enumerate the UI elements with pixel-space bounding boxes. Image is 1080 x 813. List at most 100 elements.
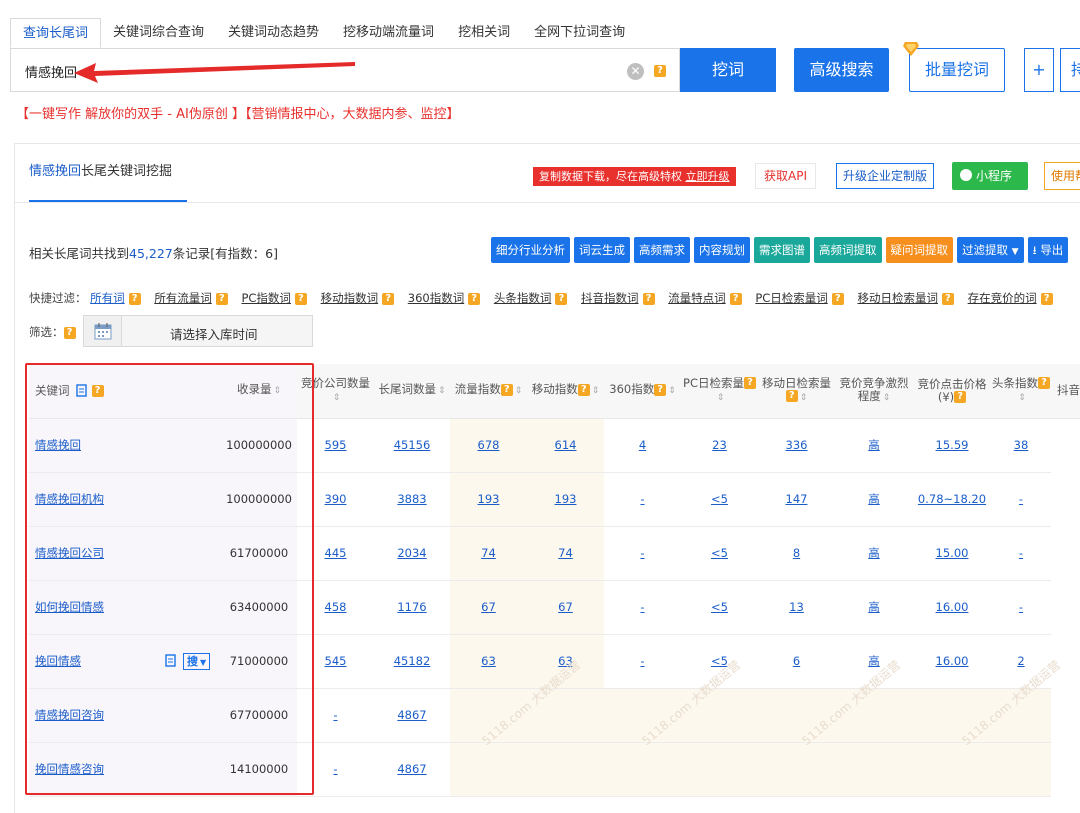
tab-dropdown-words[interactable]: 全网下拉词查询 <box>522 18 637 48</box>
search-dropdown[interactable]: 搜 ▼ <box>183 652 211 670</box>
header-flow-index[interactable]: 流量指数? ⇕ <box>450 364 527 419</box>
cell-link[interactable]: 2034 <box>397 546 426 560</box>
help-icon[interactable]: ? <box>91 384 104 397</box>
keyword-link[interactable]: 挽回情感 <box>35 654 81 668</box>
cell-link[interactable]: 45156 <box>394 438 431 452</box>
cell-link[interactable]: 16.00 <box>936 600 969 614</box>
question-extract-button[interactable]: 疑问词提取 <box>885 237 953 263</box>
tab-mobile-traffic[interactable]: 挖移动端流量词 <box>331 18 446 48</box>
cell-link[interactable]: - <box>640 546 644 560</box>
export-button[interactable]: ⭳ 导出 <box>1027 237 1069 263</box>
industry-analysis-button[interactable]: 细分行业分析 <box>491 237 570 263</box>
calendar-icon[interactable] <box>84 316 122 346</box>
filter-pc-daily[interactable]: PC日检索量词 <box>755 291 827 305</box>
filter-360-index[interactable]: 360指数词 <box>408 291 464 305</box>
filter-extract-button[interactable]: 过滤提取 ▼ <box>957 237 1024 263</box>
filter-mobile-daily[interactable]: 移动日检索量词 <box>857 291 938 305</box>
help-icon[interactable]: ? <box>382 292 395 305</box>
get-api-button[interactable]: 获取API <box>755 163 816 189</box>
cell-link[interactable]: 336 <box>786 438 808 452</box>
header-mobile-index[interactable]: 移动指数? ⇕ <box>527 364 604 419</box>
cell-link[interactable]: 16.00 <box>936 654 969 668</box>
sort-icon[interactable]: ⇕ <box>515 386 523 396</box>
filter-all[interactable]: 所有词 <box>90 291 125 305</box>
upgrade-link[interactable]: 立即升级 <box>686 170 730 183</box>
cell-link[interactable]: 高 <box>868 546 880 560</box>
cell-link[interactable]: 6 <box>793 654 800 668</box>
dig-button[interactable]: 挖词 <box>680 48 776 92</box>
cell-link[interactable]: - <box>640 600 644 614</box>
cell-link[interactable]: 595 <box>325 438 347 452</box>
cell-link[interactable]: 545 <box>325 654 347 668</box>
help-icon[interactable]: ? <box>941 292 954 305</box>
help-icon[interactable]: ? <box>954 391 967 404</box>
cell-link[interactable]: 193 <box>478 492 500 506</box>
tab-longtail[interactable]: 查询长尾词 <box>10 18 102 48</box>
help-icon[interactable]: ? <box>215 292 228 305</box>
sort-icon[interactable]: ⇕ <box>273 386 281 396</box>
filter-traffic[interactable]: 所有流量词 <box>154 291 212 305</box>
cell-link[interactable]: 高 <box>868 438 880 452</box>
cell-link[interactable]: 高 <box>868 600 880 614</box>
help-icon[interactable]: ? <box>500 383 513 396</box>
keyword-link[interactable]: 情感挽回 <box>35 438 81 452</box>
cell-link[interactable]: 63 <box>481 654 496 668</box>
help-icon[interactable]: ? <box>128 292 141 305</box>
search-input[interactable] <box>25 61 585 81</box>
advanced-search-button[interactable]: 高级搜索 <box>794 48 889 92</box>
word-cloud-button[interactable]: 词云生成 <box>574 237 630 263</box>
cell-link[interactable]: 74 <box>481 546 496 560</box>
help-icon[interactable]: ? <box>785 390 798 403</box>
header-toutiao-index[interactable]: 头条指数 ? ⇕ <box>991 364 1051 419</box>
help-icon[interactable]: ? <box>743 377 756 390</box>
sort-icon[interactable]: ⇕ <box>668 386 676 396</box>
help-icon[interactable]: ? <box>642 292 655 305</box>
sort-icon[interactable]: ⇕ <box>800 393 808 403</box>
cell-link[interactable]: 458 <box>325 600 347 614</box>
filter-pc-index[interactable]: PC指数词 <box>241 291 290 305</box>
header-bid-companies[interactable]: 竞价公司数量 ⇕ <box>297 364 374 419</box>
date-picker[interactable]: 请选择入库时间 <box>83 315 313 347</box>
cell-link[interactable]: 4867 <box>397 708 426 722</box>
cell-link[interactable]: 13 <box>789 600 804 614</box>
add-button[interactable]: + <box>1024 48 1054 92</box>
clear-icon[interactable]: ✕ <box>627 63 644 80</box>
keyword-link[interactable]: 如何挽回情感 <box>35 600 104 614</box>
help-icon[interactable]: ? <box>63 326 76 339</box>
cell-link[interactable]: 614 <box>555 438 577 452</box>
help-icon[interactable]: ? <box>831 292 844 305</box>
cell-link[interactable]: 67 <box>481 600 496 614</box>
cell-link[interactable]: 45182 <box>394 654 431 668</box>
help-icon[interactable]: ? <box>654 383 667 396</box>
cell-link[interactable]: 8 <box>793 546 800 560</box>
cell-link[interactable]: <5 <box>711 600 728 614</box>
enterprise-upgrade-button[interactable]: 升级企业定制版 <box>836 163 935 189</box>
tab-related[interactable]: 挖相关词 <box>446 18 522 48</box>
help-icon[interactable]: ? <box>654 65 666 77</box>
cell-link[interactable]: 高 <box>868 654 880 668</box>
cell-link[interactable]: 67 <box>558 600 573 614</box>
high-demand-button[interactable]: 高频需求 <box>634 237 690 263</box>
header-360-index[interactable]: 360指数? ⇕ <box>604 364 681 419</box>
help-icon[interactable]: ? <box>555 292 568 305</box>
help-icon[interactable]: ? <box>729 292 742 305</box>
keyword-link[interactable]: 情感挽回公司 <box>35 546 104 560</box>
cell-link[interactable]: - <box>333 762 337 776</box>
cell-link[interactable]: - <box>640 654 644 668</box>
help-icon[interactable]: ? <box>1038 377 1050 390</box>
demand-map-button[interactable]: 需求图谱 <box>754 237 810 263</box>
cell-link[interactable]: 23 <box>712 438 727 452</box>
sort-icon[interactable]: ⇕ <box>438 386 446 396</box>
cell-link[interactable]: - <box>333 708 337 722</box>
filter-toutiao-index[interactable]: 头条指数词 <box>494 291 552 305</box>
header-click-price[interactable]: 竞价点击价格(¥)? <box>913 364 991 419</box>
content-plan-button[interactable]: 内容规划 <box>694 237 750 263</box>
sort-icon[interactable]: ⇕ <box>592 386 600 396</box>
cell-link[interactable]: 193 <box>555 492 577 506</box>
cell-link[interactable]: 3883 <box>397 492 426 506</box>
hold-button[interactable]: 持 <box>1060 48 1080 92</box>
cell-link[interactable]: 15.59 <box>936 438 969 452</box>
header-competition[interactable]: 竞价竞争激烈程度 ⇕ <box>835 364 913 419</box>
sort-icon[interactable]: ⇕ <box>883 393 891 403</box>
sort-icon[interactable]: ⇕ <box>1018 393 1026 403</box>
